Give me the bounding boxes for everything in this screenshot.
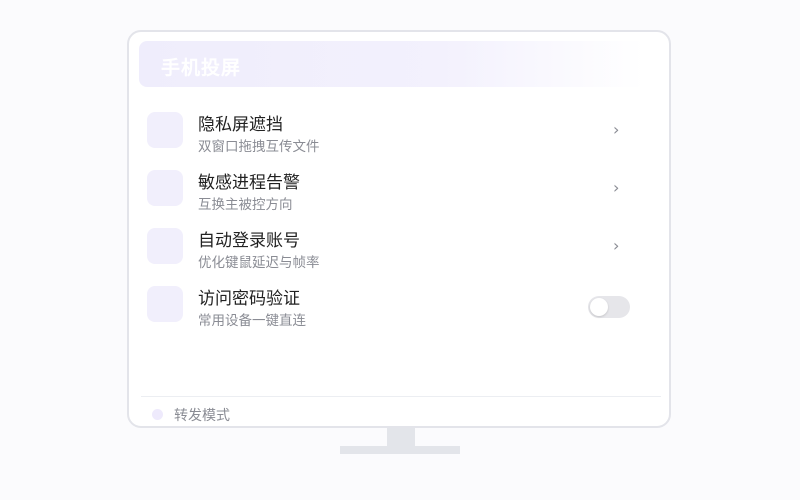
header-bar: 手机投屏: [139, 41, 645, 87]
monitor-screen: 手机投屏 隐私屏遮挡 双窗口拖拽互传文件 › 敏感进程告警 互换主被控方向 › …: [127, 30, 671, 428]
setting-item-subtitle: 互换主被控方向: [198, 197, 293, 213]
password-verify-icon: [147, 286, 183, 322]
header-title: 手机投屏: [161, 57, 242, 79]
process-alert-icon: [147, 170, 183, 206]
status-dot-icon: [152, 409, 163, 420]
toggle-knob: [590, 298, 608, 316]
setting-item-process-alert[interactable]: 敏感进程告警 互换主被控方向 ›: [129, 160, 669, 213]
setting-item-privacy-mask[interactable]: 隐私屏遮挡 双窗口拖拽互传文件 ›: [129, 102, 669, 155]
setting-item-title: 自动登录账号: [198, 231, 300, 251]
chevron-right-icon[interactable]: ›: [613, 178, 619, 197]
password-verify-toggle[interactable]: [588, 296, 630, 318]
forward-mode-label[interactable]: 转发模式: [174, 405, 230, 425]
monitor-stand-neck: [387, 428, 415, 446]
setting-item-title: 敏感进程告警: [198, 173, 300, 193]
setting-item-auto-login[interactable]: 自动登录账号 优化键鼠延迟与帧率 ›: [129, 218, 669, 271]
setting-item-title: 访问密码验证: [198, 289, 300, 309]
monitor-stand-base: [340, 446, 460, 454]
setting-item-password-verify[interactable]: 访问密码验证 常用设备一键直连: [129, 276, 669, 329]
setting-item-subtitle: 优化键鼠延迟与帧率: [198, 255, 320, 271]
setting-item-subtitle: 常用设备一键直连: [198, 313, 306, 329]
privacy-mask-icon: [147, 112, 183, 148]
setting-item-title: 隐私屏遮挡: [198, 115, 283, 135]
stage: 手机投屏 隐私屏遮挡 双窗口拖拽互传文件 › 敏感进程告警 互换主被控方向 › …: [0, 0, 800, 500]
footer-divider: [141, 396, 661, 397]
chevron-right-icon[interactable]: ›: [613, 236, 619, 255]
auto-login-icon: [147, 228, 183, 264]
setting-item-subtitle: 双窗口拖拽互传文件: [198, 139, 320, 155]
chevron-right-icon[interactable]: ›: [613, 120, 619, 139]
